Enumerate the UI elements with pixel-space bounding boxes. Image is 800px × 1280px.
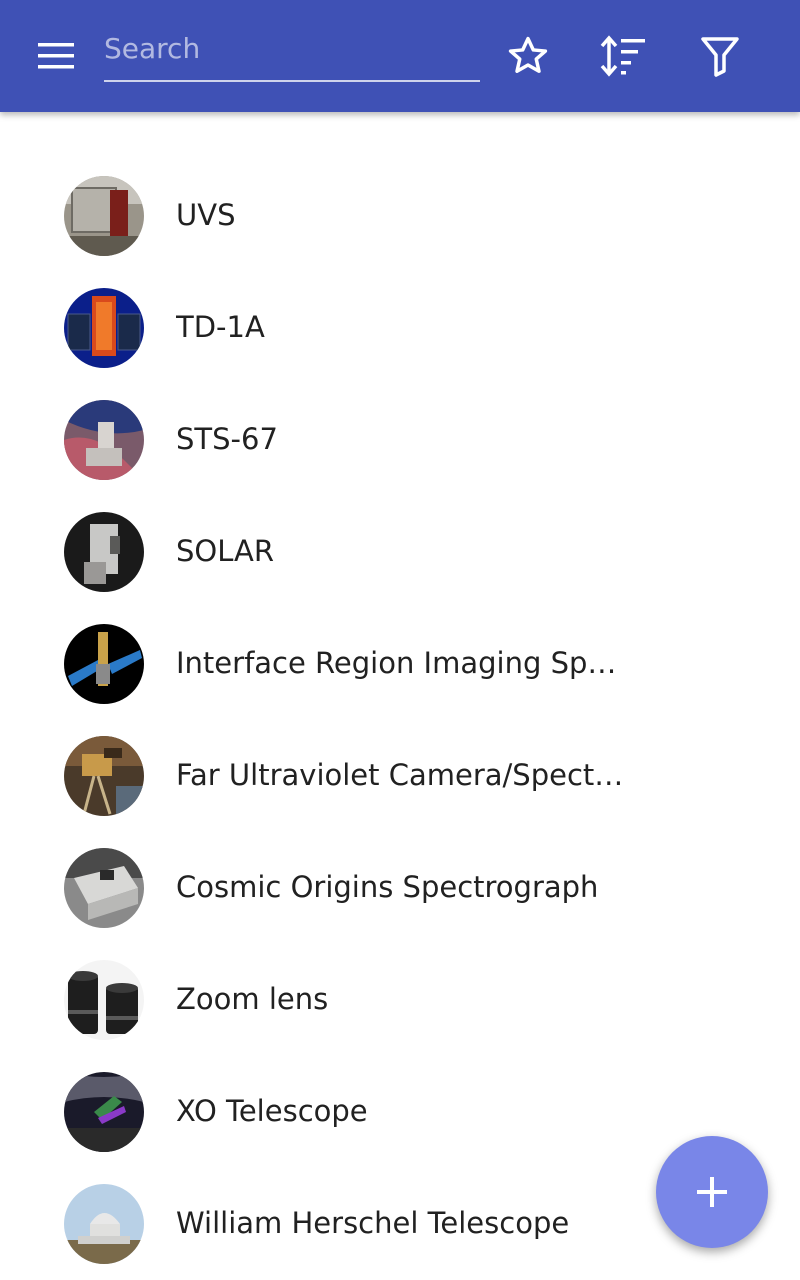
sort-button[interactable] <box>595 28 651 84</box>
xo-telescope-thumbnail <box>64 1072 144 1152</box>
herschel-telescope-thumbnail <box>64 1184 144 1264</box>
iris-thumbnail <box>64 624 144 704</box>
item-label: Cosmic Origins Spectrograph <box>176 870 599 904</box>
list-item[interactable]: TD-1A <box>0 272 800 384</box>
list-item[interactable]: Interface Region Imaging Spectrograph <box>0 608 800 720</box>
search-field <box>104 18 480 82</box>
search-input[interactable] <box>104 26 474 70</box>
far-uv-camera-thumbnail <box>64 736 144 816</box>
star-outline-icon <box>508 36 548 73</box>
list-item[interactable]: SOLAR <box>0 496 800 608</box>
filter-button[interactable] <box>692 28 748 84</box>
filter-icon <box>701 37 739 77</box>
solar-thumbnail <box>64 512 144 592</box>
item-label: Far Ultraviolet Camera/Spectrograph <box>176 758 626 792</box>
item-label: Interface Region Imaging Spectrograph <box>176 646 626 680</box>
list-item[interactable]: UVS <box>0 160 800 272</box>
item-list: UVS TD-1A STS-67 SOLAR Interface Region … <box>0 160 800 1280</box>
item-label: William Herschel Telescope <box>176 1206 570 1240</box>
list-item[interactable]: Zoom lens <box>0 944 800 1056</box>
sts-67-thumbnail <box>64 400 144 480</box>
item-label: XO Telescope <box>176 1094 368 1128</box>
item-label: SOLAR <box>176 534 275 568</box>
list-item[interactable]: STS-67 <box>0 384 800 496</box>
favorites-button[interactable] <box>500 28 556 84</box>
item-label: Zoom lens <box>176 982 329 1016</box>
app-bar <box>0 0 800 112</box>
item-label: STS-67 <box>176 422 278 456</box>
uvs-thumbnail <box>64 176 144 256</box>
list-item[interactable]: Far Ultraviolet Camera/Spectrograph <box>0 720 800 832</box>
item-label: UVS <box>176 198 236 232</box>
td-1a-thumbnail <box>64 288 144 368</box>
zoom-lens-thumbnail <box>64 960 144 1040</box>
add-button[interactable] <box>656 1136 768 1248</box>
cos-thumbnail <box>64 848 144 928</box>
sort-icon <box>600 35 645 77</box>
list-item[interactable]: Cosmic Origins Spectrograph <box>0 832 800 944</box>
menu-button[interactable] <box>24 28 88 84</box>
menu-icon <box>38 43 74 69</box>
plus-icon <box>697 1177 727 1207</box>
item-label: TD-1A <box>176 310 265 344</box>
